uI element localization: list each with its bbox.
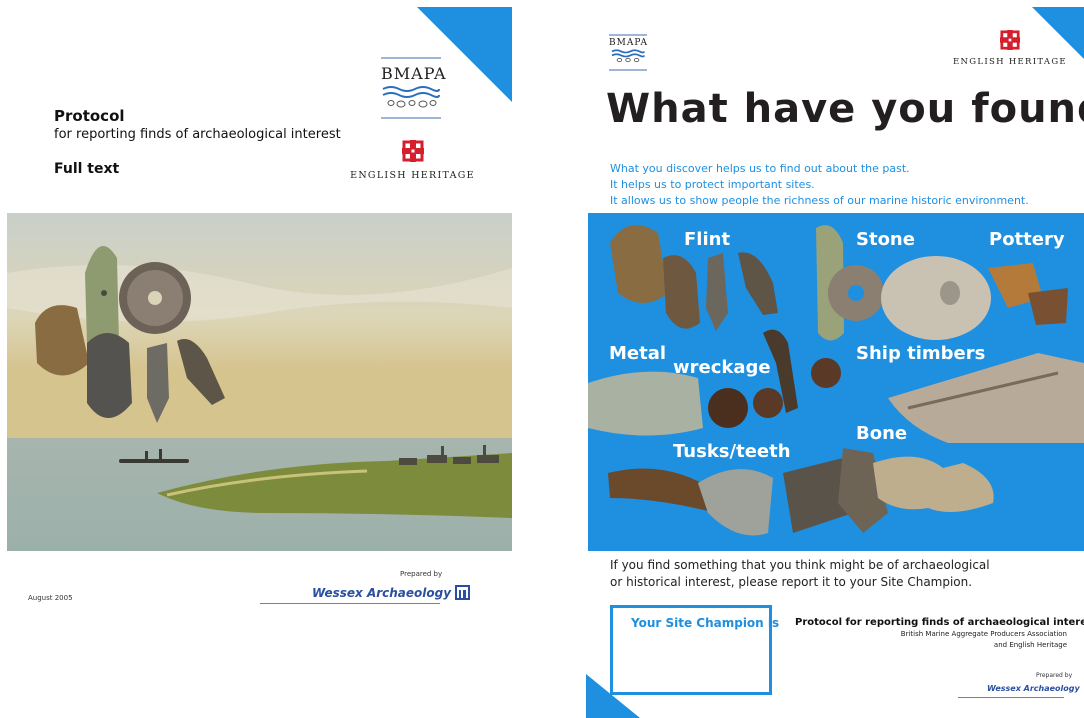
wessex-archaeology-name: Wessex Archaeology — [312, 585, 452, 600]
finds-illustration: Flint Stone Pottery Metal wreckage Ship … — [588, 213, 1084, 551]
date-label: August 2005 — [28, 594, 73, 602]
prepared-by-label: Prepared by — [1036, 672, 1073, 679]
english-heritage-logo: ENGLISH HERITAGE — [950, 30, 1070, 67]
divider — [260, 603, 440, 604]
intro-line: What you discover helps us to find out a… — [610, 162, 910, 175]
english-heritage-portcullis-icon — [401, 140, 424, 162]
document-subtitle: for reporting finds of archaeological in… — [54, 127, 341, 142]
find-label-ship-timbers: Ship timbers — [856, 343, 986, 364]
english-heritage-portcullis-icon — [1000, 30, 1020, 50]
archaeological-finds-image — [588, 225, 1084, 536]
find-label-pottery: Pottery — [989, 229, 1065, 250]
bmapa-logo: BMAPA — [609, 34, 647, 71]
document-title: Protocol — [54, 107, 125, 125]
intro-line: It allows us to show people the richness… — [610, 194, 1029, 207]
bmapa-logo: BMAPA — [381, 57, 447, 119]
wessex-archaeology-logo: Wessex Archaeology — [987, 682, 1084, 694]
find-label-bone: Bone — [856, 423, 908, 444]
waves-icon — [382, 86, 440, 108]
full-text-label: Full text — [54, 161, 120, 177]
intro-line: It helps us to protect important sites. — [610, 178, 815, 191]
english-heritage-logo-text: ENGLISH HERITAGE — [953, 57, 1067, 67]
cover-illustration — [7, 213, 512, 551]
headline: What have you found? — [606, 86, 1084, 132]
waves-icon — [611, 49, 645, 63]
english-heritage-logo: ENGLISH HERITAGE — [350, 140, 475, 181]
site-champion-box: Your Site Champion is — [610, 605, 779, 695]
find-label-wreckage: wreckage — [673, 357, 771, 378]
english-heritage-logo-text: ENGLISH HERITAGE — [350, 170, 475, 181]
prepared-by-label: Prepared by — [400, 570, 443, 578]
find-label-stone: Stone — [856, 229, 915, 250]
wessex-logo-icon — [455, 585, 471, 600]
wessex-archaeology-name: Wessex Archaeology — [987, 683, 1080, 693]
footer-line: and English Heritage — [993, 641, 1067, 649]
find-label-metal: Metal — [609, 343, 667, 364]
bmapa-logo-text: BMAPA — [381, 64, 447, 83]
report-instruction-line: or historical interest, please report it… — [610, 575, 973, 589]
report-instruction-line: If you find something that you think mig… — [610, 558, 990, 572]
site-champion-label: Your Site Champion is — [631, 616, 780, 630]
divider — [958, 697, 1064, 698]
prehistoric-landscape-image — [7, 213, 512, 551]
wessex-archaeology-logo: Wessex Archaeology — [312, 585, 471, 600]
find-label-flint: Flint — [684, 229, 731, 250]
footer-line: British Marine Aggregate Producers Assoc… — [900, 630, 1067, 638]
find-label-tusks-teeth: Tusks/teeth — [673, 441, 791, 462]
footer-title: Protocol for reporting finds of archaeol… — [795, 617, 1084, 628]
bmapa-logo-text: BMAPA — [609, 38, 649, 48]
